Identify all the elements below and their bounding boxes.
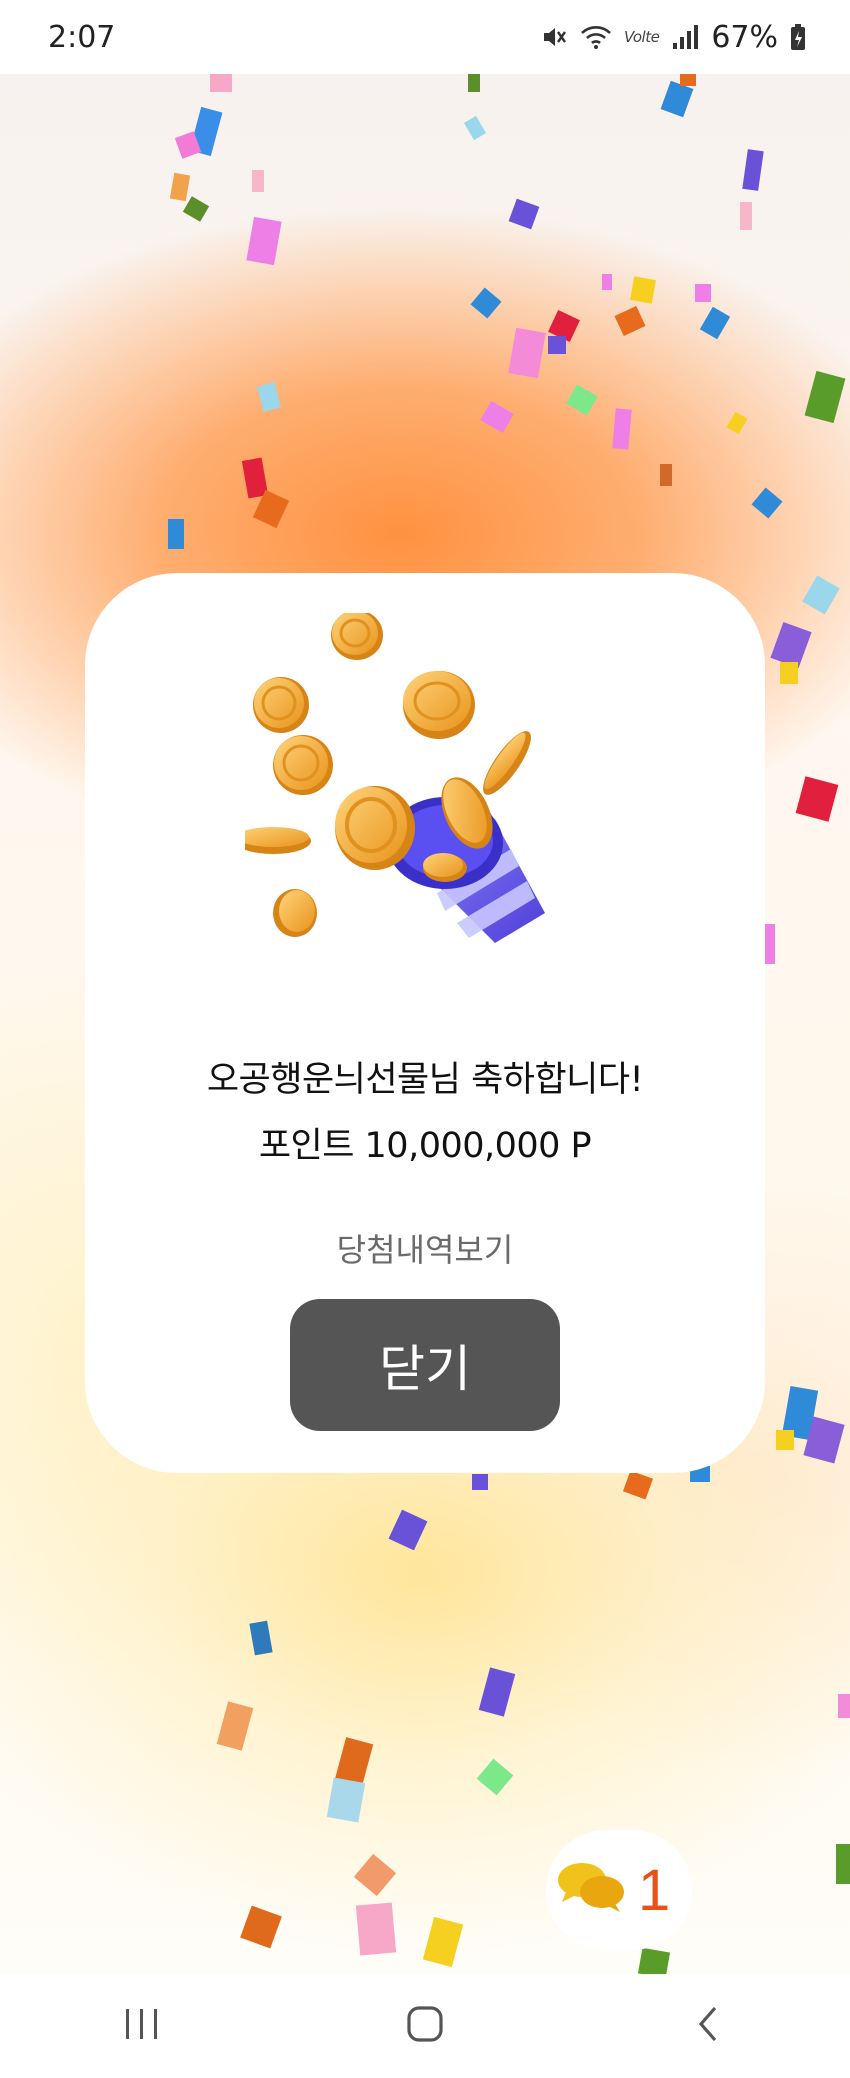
confetti-piece [614, 305, 646, 337]
confetti-piece [463, 115, 487, 141]
confetti-piece [478, 1667, 516, 1717]
chat-bubbles-icon [556, 1858, 626, 1922]
system-navigation-bar [0, 1974, 850, 2078]
confetti-piece [256, 382, 282, 412]
confetti-piece [326, 1777, 366, 1823]
back-button[interactable] [648, 1986, 768, 2066]
battery-percent: 67% [711, 19, 778, 55]
confetti-piece [480, 400, 514, 434]
confetti-piece [838, 1694, 850, 1718]
volte-label: Volte [623, 28, 660, 46]
party-popper-coins-illustration [235, 610, 605, 993]
confetti-piece [355, 1902, 397, 1956]
confetti-piece [802, 575, 840, 615]
chat-floating-button[interactable]: 1 [546, 1830, 692, 1950]
confetti-piece [246, 216, 282, 266]
confetti-piece [742, 149, 764, 191]
confetti-piece [476, 1758, 514, 1796]
confetti-piece [566, 384, 598, 416]
confetti-piece [695, 284, 711, 302]
confetti-piece [630, 276, 656, 304]
confetti-piece [249, 1620, 273, 1656]
confetti-piece [751, 487, 783, 519]
confetti-piece [602, 274, 612, 290]
confetti-piece [660, 80, 694, 118]
confetti-piece [660, 464, 672, 486]
confetti-piece [508, 327, 546, 379]
recent-apps-button[interactable] [82, 1986, 202, 2066]
confetti-piece [472, 1474, 488, 1490]
home-icon [405, 2004, 445, 2048]
congratulations-message: 오공행운늬선물님 축하합니다! [206, 1060, 644, 1100]
confetti-piece [804, 370, 846, 424]
confetti-piece [548, 336, 566, 354]
signal-icon [671, 23, 699, 51]
confetti-piece [468, 74, 480, 92]
status-icons: Volte 67% [540, 20, 806, 55]
close-button[interactable]: 닫기 [290, 1299, 560, 1431]
confetti-piece [388, 1509, 428, 1551]
confetti-piece [240, 1905, 282, 1949]
confetti-piece [470, 287, 502, 319]
confetti-piece [168, 519, 184, 549]
confetti-piece [508, 198, 540, 230]
battery-charging-icon [790, 23, 806, 51]
chat-unread-count: 1 [638, 1857, 671, 1923]
confetti-piece [836, 1844, 850, 1884]
confetti-piece [422, 1916, 464, 1968]
mute-icon [540, 23, 568, 51]
confetti-piece [182, 196, 210, 222]
back-icon [693, 2004, 723, 2048]
confetti-piece [216, 1701, 254, 1751]
confetti-piece [612, 408, 632, 450]
home-button[interactable] [365, 1986, 485, 2066]
confetti-piece [726, 411, 748, 435]
confetti-piece [765, 924, 775, 964]
confetti-piece [637, 1947, 671, 1974]
confetti-piece [780, 662, 798, 684]
confetti-piece [353, 1853, 397, 1897]
status-time: 2:07 [48, 19, 116, 55]
confetti-piece [252, 170, 264, 192]
confetti-piece [699, 306, 731, 340]
confetti-piece [622, 1470, 654, 1500]
wifi-icon [580, 23, 612, 51]
confetti-piece [169, 172, 191, 202]
confetti-piece [740, 202, 752, 230]
points-amount: 포인트 10,000,000 P [258, 1126, 592, 1166]
confetti-piece [776, 1430, 794, 1450]
confetti-piece [680, 74, 696, 86]
confetti-piece [795, 776, 839, 822]
status-bar: 2:07 Volte 67% [0, 0, 850, 74]
recent-apps-icon [122, 2007, 162, 2045]
winning-history-link[interactable]: 당첨내역보기 [85, 1225, 765, 1271]
reward-modal: 오공행운늬선물님 축하합니다! 포인트 10,000,000 P 당첨내역보기 … [85, 573, 765, 1473]
confetti-piece [210, 74, 232, 92]
